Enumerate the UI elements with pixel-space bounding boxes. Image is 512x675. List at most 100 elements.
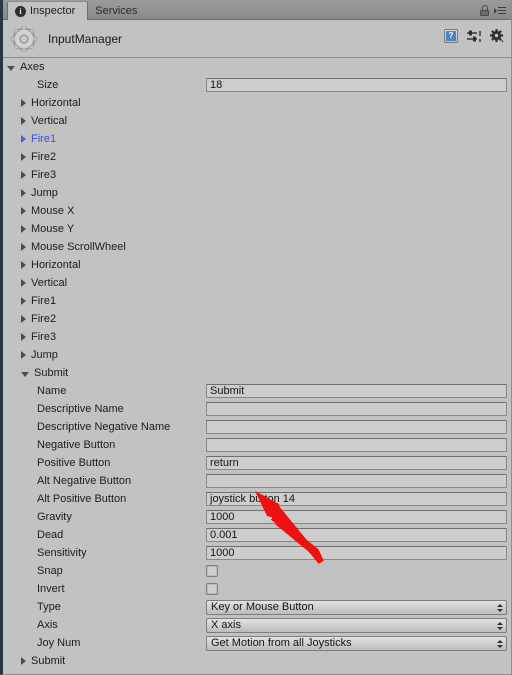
tree-item-label: Fire2 [31, 151, 57, 163]
tree-item-cancel[interactable]: Cancel [3, 670, 511, 674]
tab-bar-controls [480, 5, 506, 16]
type-dropdown[interactable]: Key or Mouse Button [206, 599, 507, 615]
chevron-right-icon[interactable] [21, 117, 26, 125]
tree-item-submit[interactable]: Submit [3, 652, 511, 670]
descriptive-negative-name-field-wrap [206, 420, 507, 434]
chevron-down-icon[interactable] [21, 371, 29, 377]
tree-item-label: Vertical [31, 277, 68, 289]
tree-item-jump[interactable]: Jump [3, 346, 511, 364]
chevron-down-icon[interactable] [7, 65, 15, 71]
descriptive-name-input[interactable] [206, 402, 507, 416]
tree-item-mouse-y[interactable]: Mouse Y [3, 220, 511, 238]
axis-list: Horizontal Vertical Fire1 Fire2 Fire3 Jump Mou… [3, 94, 511, 382]
tab-inspector[interactable]: i Inspector [7, 1, 89, 20]
help-icon[interactable]: ? [444, 29, 458, 43]
axis-dropdown[interactable]: X axis [206, 617, 507, 633]
tree-item-mouse-x[interactable]: Mouse X [3, 202, 511, 220]
tree-item-label: Fire1 [31, 295, 57, 307]
tree-item-horizontal[interactable]: Horizontal [3, 256, 511, 274]
tree-item-fire1[interactable]: Fire1 [3, 130, 511, 148]
name-input[interactable]: Submit [206, 384, 507, 398]
trailing-axis-list: Submit Cancel [3, 652, 511, 674]
chevron-right-icon[interactable] [21, 135, 26, 143]
tree-item-vertical[interactable]: Vertical [3, 112, 511, 130]
tab-menu-icon[interactable] [494, 6, 506, 15]
joy-num-field-wrap: Get Motion from all Joysticks [206, 635, 507, 651]
field-row-positive-button: Positive Button return [3, 454, 511, 472]
tree-item-fire2[interactable]: Fire2 [3, 148, 511, 166]
joy-num-dropdown-value: Get Motion from all Joysticks [211, 636, 352, 649]
axis-field-wrap: X axis [206, 617, 507, 633]
tree-item-fire2[interactable]: Fire2 [3, 310, 511, 328]
preset-icon[interactable] [467, 30, 481, 43]
tree-item-label: Fire3 [31, 331, 57, 343]
sensitivity-label: Sensitivity [37, 547, 87, 559]
gravity-label: Gravity [37, 511, 72, 523]
tree-item-jump[interactable]: Jump [3, 184, 511, 202]
chevron-right-icon[interactable] [21, 243, 26, 251]
chevron-right-icon[interactable] [21, 333, 26, 341]
joy-num-label: Joy Num [37, 637, 81, 649]
axis-label: Axis [37, 619, 58, 631]
tree-item-fire3[interactable]: Fire3 [3, 166, 511, 184]
chevron-right-icon[interactable] [21, 297, 26, 305]
chevron-right-icon[interactable] [21, 189, 26, 197]
descriptive-name-field-wrap [206, 402, 507, 416]
tree-item-vertical[interactable]: Vertical [3, 274, 511, 292]
joy-num-dropdown[interactable]: Get Motion from all Joysticks [206, 635, 507, 651]
chevron-right-icon[interactable] [21, 315, 26, 323]
invert-label: Invert [37, 583, 65, 595]
tree-item-submit[interactable]: Submit [3, 364, 511, 382]
snap-label: Snap [37, 565, 63, 577]
tree-item-label: Jump [31, 349, 58, 361]
chevron-right-icon[interactable] [21, 351, 26, 359]
field-row-joy-num: Joy Num Get Motion from all Joysticks [3, 634, 511, 652]
type-dropdown-value: Key or Mouse Button [211, 600, 314, 613]
descriptive-negative-name-input[interactable] [206, 420, 507, 434]
field-row-descriptive-name: Descriptive Name [3, 400, 511, 418]
gravity-input[interactable]: 1000 [206, 510, 507, 524]
tree-item-label: Submit [34, 367, 69, 379]
chevron-right-icon[interactable] [21, 207, 26, 215]
positive-button-field-wrap: return [206, 456, 507, 470]
tree-item-fire1[interactable]: Fire1 [3, 292, 511, 310]
tab-inspector-label: Inspector [30, 5, 76, 17]
lock-icon[interactable] [480, 5, 489, 16]
tree-item-axes[interactable]: Axes [3, 58, 511, 76]
tree-item-fire3[interactable]: Fire3 [3, 328, 511, 346]
field-row-alt-negative-button: Alt Negative Button [3, 472, 511, 490]
axis-dropdown-value: X axis [211, 618, 241, 631]
chevron-right-icon[interactable] [21, 279, 26, 287]
alt-negative-button-input[interactable] [206, 474, 507, 488]
sensitivity-field-wrap: 1000 [206, 546, 507, 560]
alt-positive-button-input[interactable]: joystick button 14 [206, 492, 507, 506]
dead-input[interactable]: 0.001 [206, 528, 507, 542]
gravity-field-wrap: 1000 [206, 510, 507, 524]
field-row-sensitivity: Sensitivity 1000 [3, 544, 511, 562]
invert-field-wrap [206, 583, 507, 595]
tab-services[interactable]: Services [88, 1, 149, 20]
positive-button-label: Positive Button [37, 457, 111, 469]
tree-item-label: Submit [31, 655, 66, 667]
tree-item-horizontal[interactable]: Horizontal [3, 94, 511, 112]
chevron-right-icon[interactable] [21, 171, 26, 179]
field-row-descriptive-negative-name: Descriptive Negative Name [3, 418, 511, 436]
chevron-right-icon[interactable] [21, 225, 26, 233]
gear-icon[interactable] [489, 28, 504, 43]
field-row-snap: Snap [3, 562, 511, 580]
sensitivity-input[interactable]: 1000 [206, 546, 507, 560]
size-input[interactable]: 18 [206, 78, 507, 92]
chevron-right-icon[interactable] [21, 153, 26, 161]
chevron-right-icon[interactable] [21, 99, 26, 107]
snap-checkbox[interactable] [206, 565, 218, 577]
tree-item-mouse-scrollwheel[interactable]: Mouse ScrollWheel [3, 238, 511, 256]
chevron-updown-icon [496, 621, 503, 632]
tree-item-label: Horizontal [31, 259, 81, 271]
invert-checkbox[interactable] [206, 583, 218, 595]
chevron-right-icon[interactable] [21, 261, 26, 269]
negative-button-input[interactable] [206, 438, 507, 452]
chevron-right-icon[interactable] [21, 657, 26, 665]
tree-item-label: Mouse X [31, 205, 75, 217]
positive-button-input[interactable]: return [206, 456, 507, 470]
object-header-controls: ? [444, 28, 504, 43]
